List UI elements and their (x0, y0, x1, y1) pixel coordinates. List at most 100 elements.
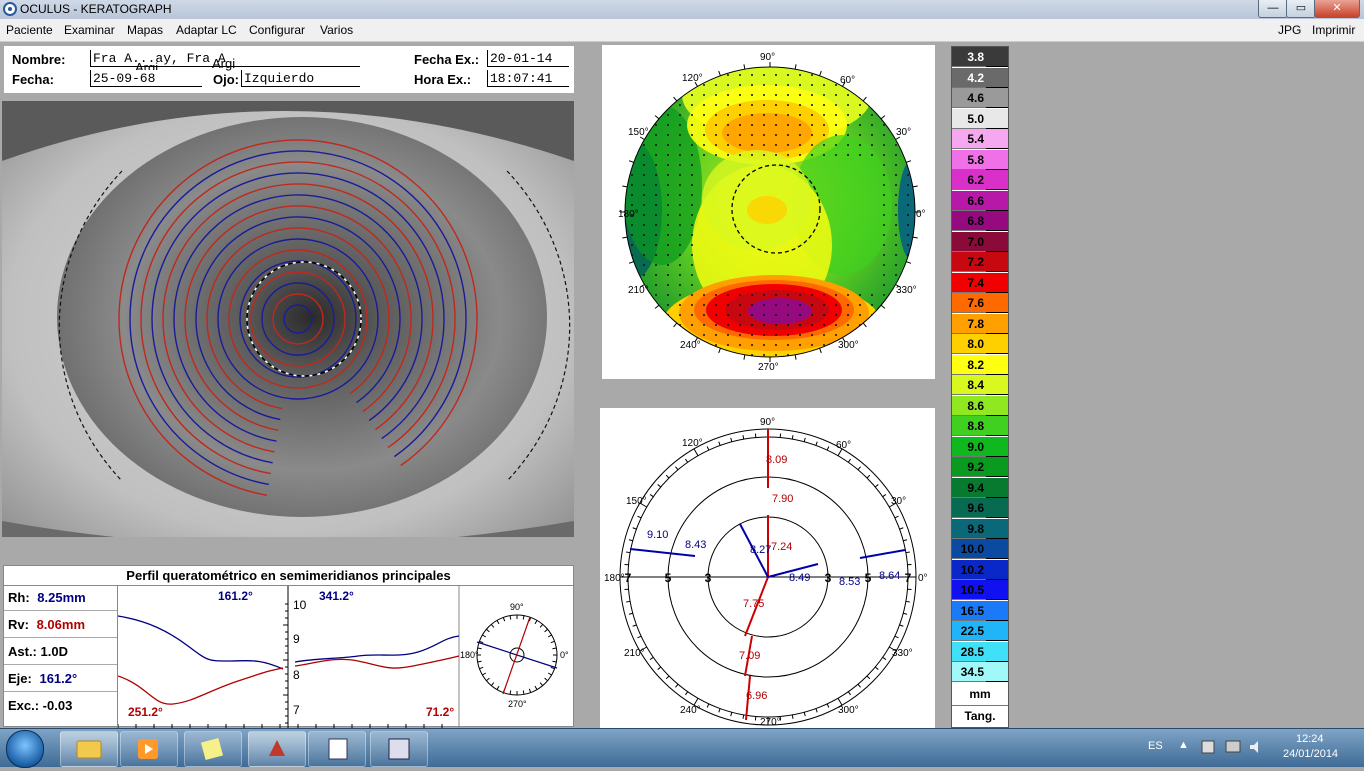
scale-cell: 4.6 (952, 88, 1008, 108)
scale-mode[interactable]: Tang. (952, 705, 1008, 727)
rad-angle-90: 90° (760, 417, 775, 428)
rad-angle-210: 210° (624, 648, 645, 659)
taskbar-oculus[interactable] (248, 731, 306, 767)
scale-label: 9.2 (952, 460, 984, 474)
menu-varios[interactable]: Varios (320, 23, 353, 37)
compass-270: 270° (508, 699, 527, 709)
menu-jpg[interactable]: JPG (1278, 23, 1301, 37)
nombre-label: Nombre: (12, 52, 65, 67)
profile-y-tick: 9 (293, 632, 300, 646)
scale-tick (986, 232, 1008, 252)
minimize-button[interactable]: — (1258, 0, 1288, 18)
scale-tick (986, 642, 1008, 662)
rad-angle-0: 0° (918, 573, 928, 584)
scale-tick (986, 191, 1008, 211)
scale-label: 9.6 (952, 501, 984, 515)
scale-tick (986, 273, 1008, 293)
scale-label: 8.6 (952, 399, 984, 413)
scale-cell: 8.4 (952, 375, 1008, 395)
fecha-ex-value: 20-01-14 (490, 51, 552, 66)
scale-label: 7.2 (952, 255, 984, 269)
scale-tick (986, 580, 1008, 600)
compass-0: 0° (560, 650, 569, 660)
scale-tick (986, 129, 1008, 149)
scale-label: 22.5 (952, 624, 984, 638)
eje-label: Eje: (8, 671, 32, 686)
menu-examinar[interactable]: Examinar (64, 23, 115, 37)
taskbar-media[interactable] (120, 731, 178, 767)
radius-value-blue: 8.64 (879, 570, 900, 582)
eje-value: 161.2° (39, 671, 77, 686)
scale-tick (986, 416, 1008, 436)
topo-angle-240: 240° (680, 340, 701, 351)
menu-configurar[interactable]: Configurar (249, 23, 305, 37)
scale-label: 8.2 (952, 358, 984, 372)
tray-chevron-icon[interactable]: ▲ (1178, 739, 1189, 751)
scale-tick (986, 314, 1008, 334)
radius-diagram: 90° 60° 30° 0° 330° 300° 270° 240° 210° … (600, 408, 935, 728)
rad-angle-30: 30° (891, 496, 906, 507)
fecha-ex-field: 20-01-14 (487, 50, 569, 67)
ojo-label: Ojo: (213, 72, 239, 87)
scale-tick (986, 601, 1008, 621)
scale-tick (986, 662, 1008, 682)
language-indicator[interactable]: ES (1148, 740, 1163, 752)
radius-value-blue: 8.49 (789, 572, 810, 584)
scale-label: 6.2 (952, 173, 984, 187)
scale-cell: 9.8 (952, 519, 1008, 539)
radius-value-blue: 8.43 (685, 539, 706, 551)
scale-label: 7.6 (952, 296, 984, 310)
window-titlebar: OCULUS - KERATOGRAPH — ▭ ✕ (0, 0, 1364, 20)
flag-icon (1202, 741, 1214, 753)
scale-label: 10.0 (952, 542, 984, 556)
scale-tick (986, 375, 1008, 395)
fecha-value: 25-09-68 (93, 71, 155, 86)
radius-value-red: 7.24 (771, 541, 792, 553)
scale-cell: 7.8 (952, 314, 1008, 334)
scale-label: 9.4 (952, 481, 984, 495)
profile-values: Rh: 8.25mm Rv: 8.06mm Ast.: 1.0D Eje: 16… (4, 586, 118, 728)
scale-unit: mm (952, 683, 1008, 706)
topo-angle-120: 120° (682, 73, 703, 84)
scale-tick (986, 621, 1008, 641)
ast-value: Ast.: 1.0D (8, 644, 68, 659)
scale-cell: 9.2 (952, 457, 1008, 477)
taskbar-explorer[interactable] (60, 731, 118, 767)
network-icon (1226, 741, 1240, 752)
scale-label: 10.5 (952, 583, 984, 597)
scale-label: 8.4 (952, 378, 984, 392)
menu-adaptar-lc[interactable]: Adaptar LC (176, 23, 237, 37)
rad-angle-150: 150° (626, 496, 647, 507)
scale-tick (986, 211, 1008, 231)
taskbar: ES ▲ 12:24 24/01/2014 (0, 728, 1364, 767)
ojo-field: Izquierdo (241, 70, 360, 87)
clock-time[interactable]: 12:24 (1296, 733, 1324, 745)
clock-date[interactable]: 24/01/2014 (1283, 748, 1338, 760)
menu-imprimir[interactable]: Imprimir (1312, 23, 1355, 37)
scale-cell: 9.4 (952, 478, 1008, 498)
scale-cell: 8.6 (952, 396, 1008, 416)
scale-label: 34.5 (952, 665, 984, 679)
radius-value-red: 6.96 (746, 690, 767, 702)
profile-curves: 161.2° 251.2° 341.2° 71.2° 10 9 8 7 90° … (118, 586, 573, 728)
scale-cell: 10.5 (952, 580, 1008, 600)
compass-180: 180° (460, 650, 479, 660)
close-button[interactable]: ✕ (1314, 0, 1360, 18)
menu-paciente[interactable]: Paciente (6, 23, 53, 37)
maximize-button[interactable]: ▭ (1286, 0, 1316, 18)
taskbar-notes[interactable] (184, 731, 242, 767)
radius-value-red: 7.09 (739, 650, 760, 662)
scale-tick (986, 293, 1008, 313)
topo-angle-30: 30° (896, 127, 911, 138)
scale-cell: 7.4 (952, 273, 1008, 293)
start-button[interactable] (6, 730, 44, 768)
app-icon (3, 2, 17, 16)
taskbar-app3[interactable] (370, 731, 428, 767)
menu-mapas[interactable]: Mapas (127, 23, 163, 37)
radius-value-blue: 8.27 (750, 544, 771, 556)
exc-value: Exc.: -0.03 (8, 698, 72, 713)
scale-cell: 7.0 (952, 232, 1008, 252)
taskbar-app2[interactable] (308, 731, 366, 767)
topo-map: 90° 60° 30° 0° 330° 300° 270° 240° 210° … (602, 45, 935, 379)
radius-value-red: 7.75 (743, 598, 764, 610)
